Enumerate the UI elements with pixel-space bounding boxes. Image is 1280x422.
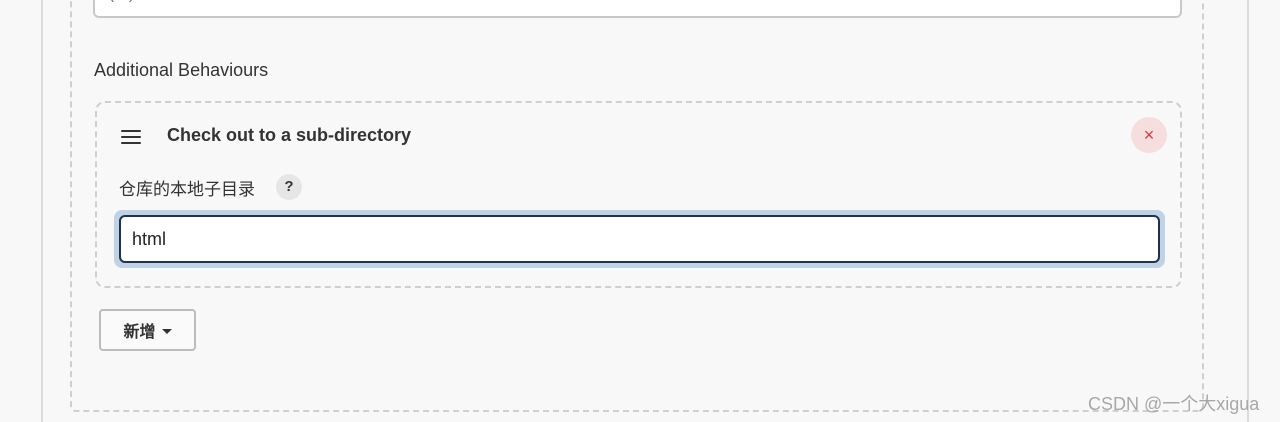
behaviour-card-checkout-subdirectory: Check out to a sub-directory × 仓库的本地子目录 … <box>95 101 1182 288</box>
drag-handle-icon[interactable] <box>121 130 141 144</box>
help-icon[interactable]: ? <box>276 174 302 200</box>
right-divider <box>1247 0 1249 422</box>
close-icon: × <box>1143 125 1155 145</box>
delete-behaviour-button[interactable]: × <box>1131 117 1167 153</box>
additional-behaviours-label: Additional Behaviours <box>94 60 269 80</box>
page: (---) Additional Behaviours Check out to… <box>0 0 1280 422</box>
behaviour-card-title: Check out to a sub-directory <box>167 125 412 145</box>
local-subdirectory-input[interactable] <box>119 215 1160 263</box>
input-focus-ring <box>114 210 1165 268</box>
left-divider <box>41 0 43 422</box>
chevron-down-icon <box>161 328 172 334</box>
previous-field-value: (---) <box>109 0 134 3</box>
add-behaviour-button[interactable]: 新增 <box>99 309 196 351</box>
csdn-watermark: CSDN @一个大xigua <box>1088 394 1260 414</box>
help-symbol: ? <box>284 178 294 195</box>
add-button-label: 新增 <box>123 324 156 341</box>
previous-field-input[interactable]: (---) <box>93 0 1182 18</box>
local-subdirectory-label: 仓库的本地子目录 <box>119 180 255 199</box>
